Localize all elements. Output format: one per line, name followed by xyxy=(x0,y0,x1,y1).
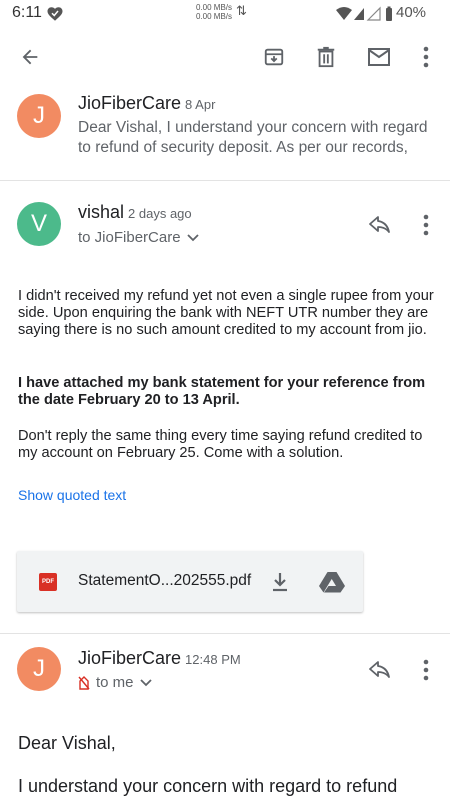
sender-name: vishal xyxy=(78,202,125,222)
reply-icon[interactable] xyxy=(365,210,395,240)
archive-icon[interactable] xyxy=(259,42,289,72)
label-off-icon xyxy=(78,675,90,690)
heart-notification-icon xyxy=(47,7,63,21)
show-quoted-text-link[interactable]: Show quoted text xyxy=(18,487,126,503)
status-time: 6:11 xyxy=(12,4,42,21)
status-bar: 6:11 0.00 MB/s 0.00 MB/s ⇅ 40% xyxy=(0,0,450,28)
recipient-details[interactable]: to JioFiberCare xyxy=(78,229,199,246)
avatar: V xyxy=(17,202,61,246)
sender-line: JioFiberCare 8 Apr xyxy=(78,93,215,114)
body-paragraph: I understand your concern with regard to… xyxy=(18,776,398,796)
body-greeting: Dear Vishal, xyxy=(18,733,116,753)
message-toolbar xyxy=(0,28,450,86)
battery-percent: 40% xyxy=(396,4,427,21)
network-speed: 0.00 MB/s 0.00 MB/s xyxy=(196,3,232,21)
body-paragraph: Don't reply the same thing every time sa… xyxy=(18,428,423,461)
save-to-drive-icon[interactable] xyxy=(317,567,347,597)
pdf-icon: PDF xyxy=(39,573,57,591)
attachment-card[interactable]: PDF StatementO...202555.pdf xyxy=(17,551,363,612)
chevron-down-icon xyxy=(186,233,199,241)
speed-up: 0.00 MB/s xyxy=(196,3,233,12)
sender-line: JioFiberCare 12:48 PM xyxy=(78,648,241,669)
recipient-text: to JioFiberCare xyxy=(78,229,181,246)
delete-icon[interactable] xyxy=(311,42,341,72)
speed-down: 0.00 MB/s xyxy=(196,12,233,21)
message-date: 8 Apr xyxy=(185,97,216,112)
more-vert-icon[interactable] xyxy=(411,42,441,72)
message-date: 2 days ago xyxy=(128,206,192,221)
divider xyxy=(0,633,450,634)
more-vert-icon[interactable] xyxy=(411,210,441,240)
message-snippet: Dear Vishal, I understand your concern w… xyxy=(78,119,428,156)
sender-name: JioFiberCare xyxy=(78,93,182,113)
recipient-text: to me xyxy=(96,674,134,691)
signal-wifi-icon xyxy=(336,6,392,21)
reply-icon[interactable] xyxy=(365,655,395,685)
avatar: J xyxy=(17,94,61,138)
recipient-details[interactable]: to me xyxy=(78,674,152,691)
download-icon[interactable] xyxy=(265,567,295,597)
sender-name: JioFiberCare xyxy=(78,648,182,668)
attachment-filename: StatementO...202555.pdf xyxy=(78,572,252,589)
body-paragraph: I didn't received my refund yet not even… xyxy=(18,288,434,338)
data-transfer-icon: ⇅ xyxy=(236,3,247,18)
back-arrow-icon[interactable] xyxy=(15,42,45,72)
avatar: J xyxy=(17,647,61,691)
sender-line: vishal 2 days ago xyxy=(78,202,192,223)
message-date: 12:48 PM xyxy=(185,652,241,667)
body-paragraph-bold: I have attached my bank statement for yo… xyxy=(18,375,426,408)
more-vert-icon[interactable] xyxy=(411,655,441,685)
divider xyxy=(0,180,450,181)
mark-unread-icon[interactable] xyxy=(364,42,394,72)
chevron-down-icon xyxy=(139,678,152,686)
